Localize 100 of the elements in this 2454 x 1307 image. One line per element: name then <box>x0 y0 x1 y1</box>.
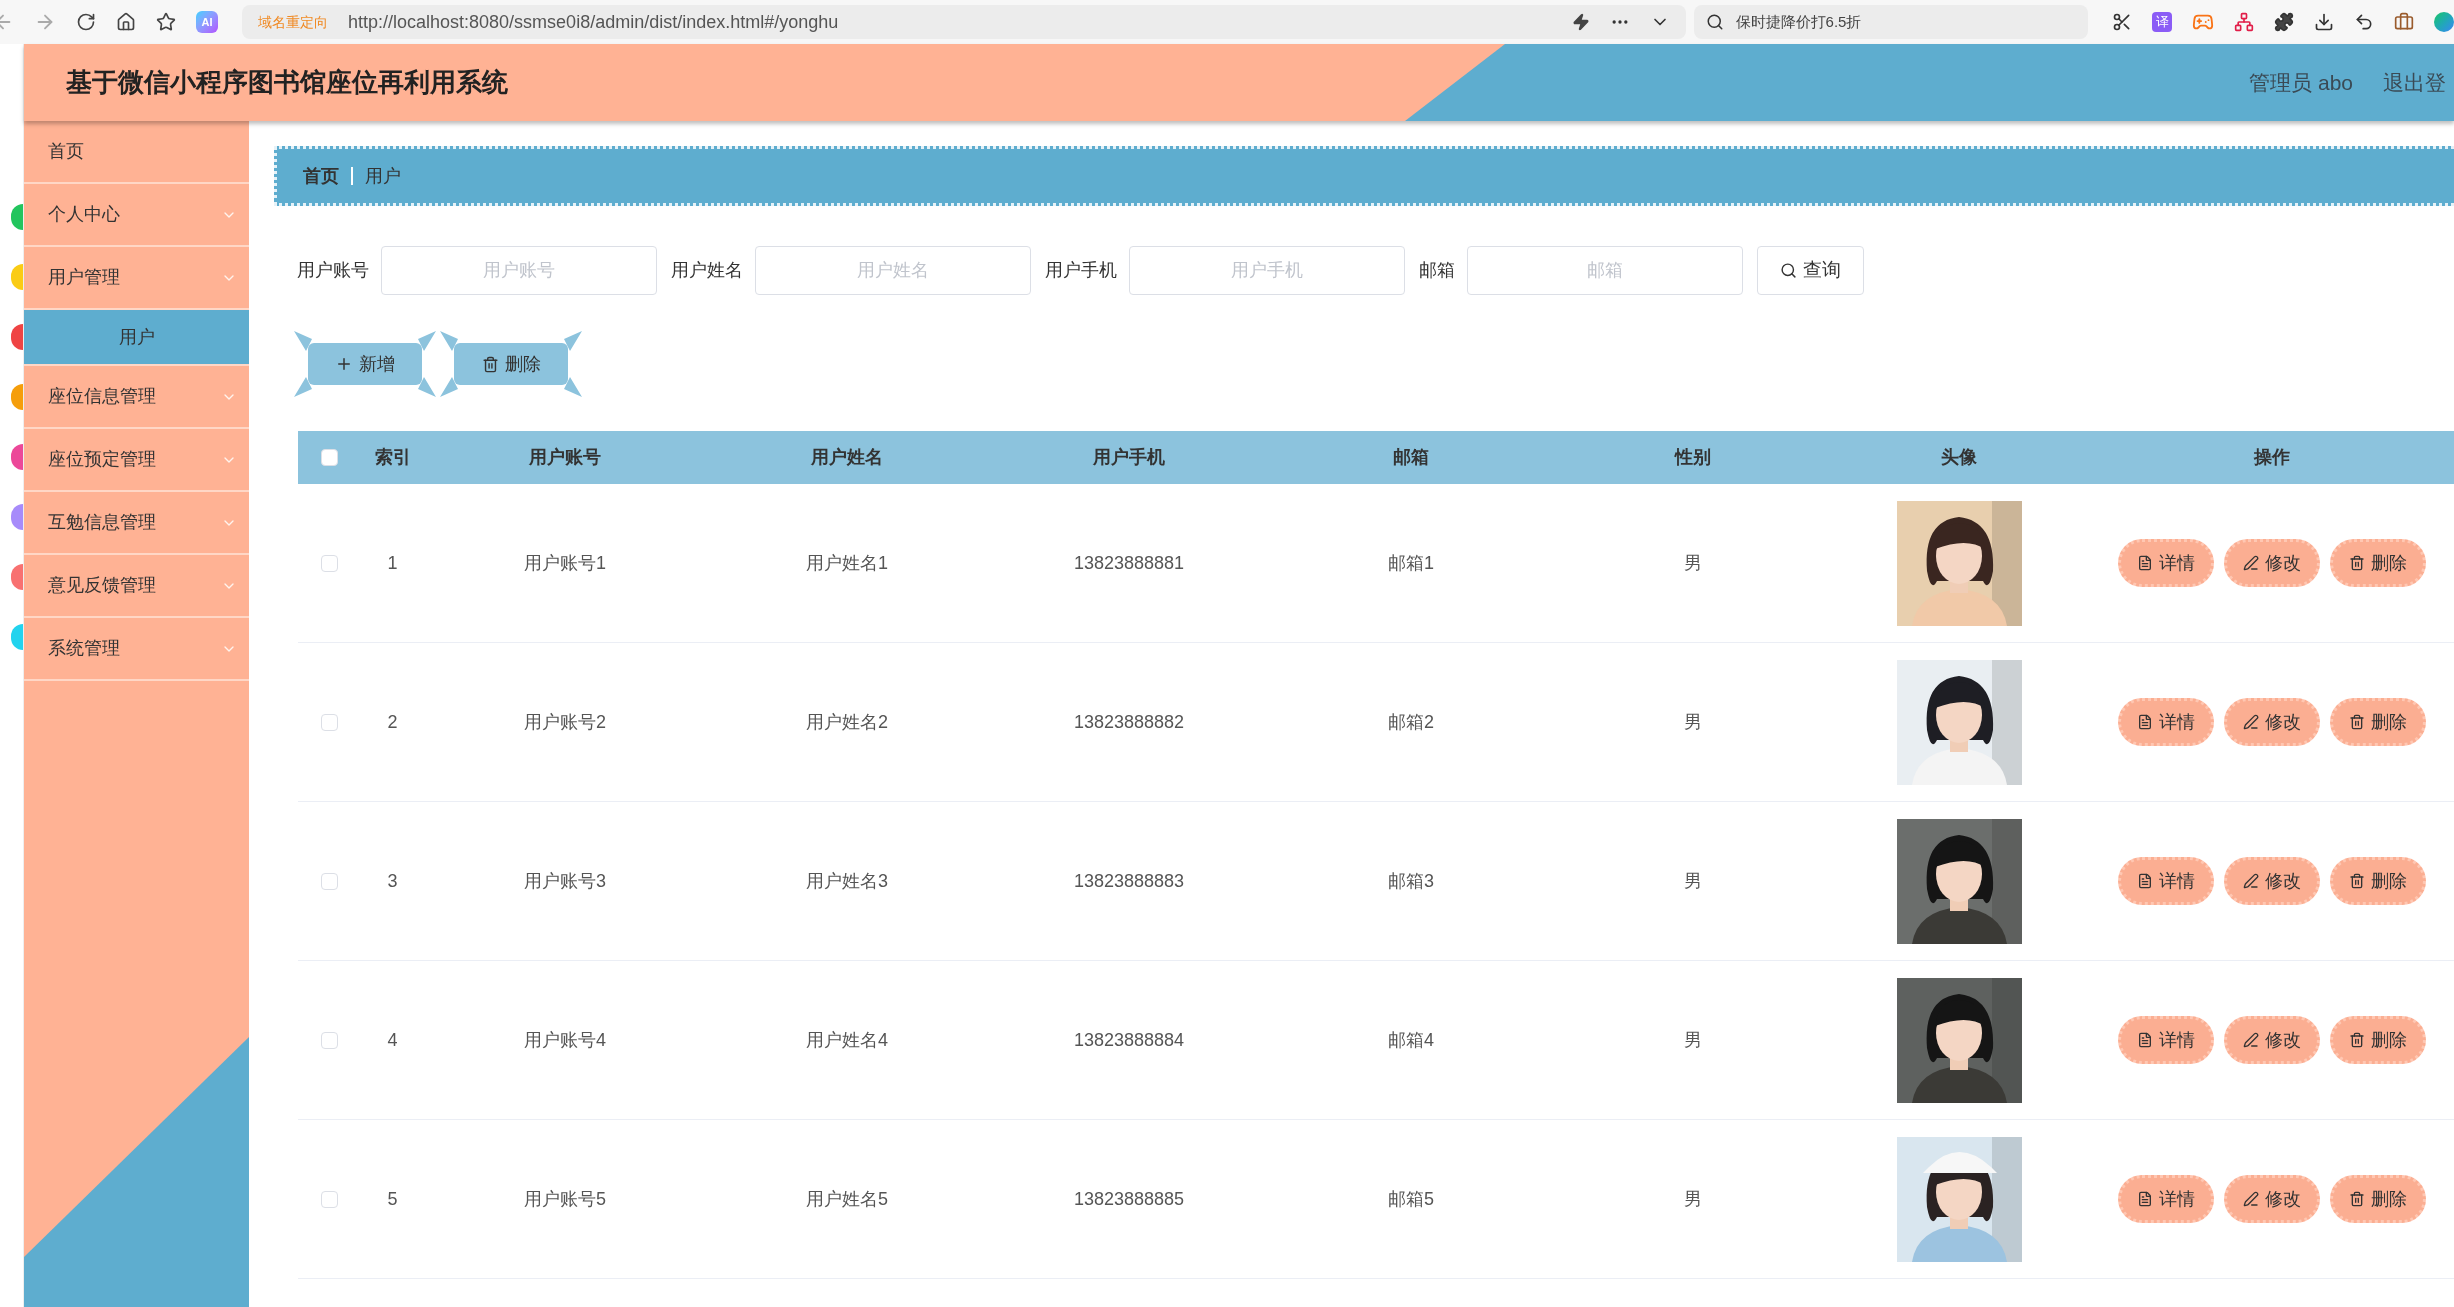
table-cell-text: 用户姓名1 <box>806 551 888 575</box>
checkbox[interactable] <box>321 872 338 890</box>
checkbox[interactable] <box>321 1190 338 1208</box>
download-icon[interactable] <box>2314 12 2334 32</box>
row-action-button[interactable]: 修改 <box>2224 539 2320 587</box>
row-action-button[interactable]: 详情 <box>2118 539 2214 587</box>
checkbox[interactable] <box>321 1031 338 1049</box>
row-action-button[interactable]: 删除 <box>2330 1016 2426 1064</box>
admin-label: 管理员 abo <box>2249 69 2353 96</box>
toolbar-button[interactable]: 新增 <box>292 331 438 397</box>
table-cell-text: 男 <box>1684 869 1702 893</box>
table-cell-text: 男 <box>1684 551 1702 575</box>
table-cell-text: 用户账号3 <box>524 869 606 893</box>
search-text: 保时捷降价打6.5折 <box>1735 11 1862 32</box>
search-box[interactable]: 保时捷降价打6.5折 <box>1693 5 2088 39</box>
address-bar[interactable]: 域名重定向 http://localhost:8080/ssmse0i8/admin/dist/index.html#/yonghu <box>242 5 1686 39</box>
translate-icon[interactable]: 译 <box>2152 12 2172 32</box>
table-cell-text: 男 <box>1684 710 1702 734</box>
sidebar-subitem[interactable]: 用户 <box>24 310 249 366</box>
document-icon <box>2137 1032 2153 1048</box>
trash-icon <box>2349 873 2365 889</box>
app-icon[interactable] <box>11 204 23 230</box>
filter-input[interactable]: 用户姓名 <box>755 246 1031 295</box>
table-cell-text: 13823888882 <box>1073 710 1185 734</box>
app-icon[interactable] <box>11 264 23 290</box>
row-action-button[interactable]: 删除 <box>2330 698 2426 746</box>
app-icon[interactable] <box>11 504 23 530</box>
filter-input[interactable]: 邮箱 <box>1467 246 1743 295</box>
table-cell-text: 用户账号1 <box>524 551 606 575</box>
trash-icon <box>2349 1032 2365 1048</box>
toolbar-button[interactable]: 删除 <box>438 331 584 397</box>
breadcrumb-link[interactable]: 首页 <box>303 162 339 190</box>
pencil-icon <box>2243 714 2259 730</box>
table-cell-text: 邮箱3 <box>1388 869 1434 893</box>
row-action-button[interactable]: 删除 <box>2330 1175 2426 1223</box>
row-action-button[interactable]: 删除 <box>2330 857 2426 905</box>
app-icon[interactable] <box>11 444 23 470</box>
search-button[interactable]: 查询 <box>1757 246 1864 295</box>
row-action-button[interactable]: 修改 <box>2224 857 2320 905</box>
row-action-button[interactable]: 详情 <box>2118 698 2214 746</box>
table-cell-text: 用户账号4 <box>524 1028 606 1052</box>
column-header: 用户手机 <box>1093 446 1165 469</box>
network-icon[interactable] <box>2234 12 2254 32</box>
table-cell-text: 邮箱5 <box>1388 1187 1434 1211</box>
filter-input[interactable]: 用户手机 <box>1129 246 1405 295</box>
table-cell-text: 用户账号2 <box>524 710 606 734</box>
document-icon <box>2137 1191 2153 1207</box>
table-cell-text: 邮箱4 <box>1388 1028 1434 1052</box>
breadcrumb-link[interactable]: 用户 <box>365 162 401 190</box>
row-action-button[interactable]: 详情 <box>2118 1016 2214 1064</box>
table-cell-text: 用户账号5 <box>524 1187 606 1211</box>
favorites-icon[interactable] <box>156 12 176 32</box>
table-cell-text: 4 <box>387 1028 398 1052</box>
reload-icon[interactable] <box>76 12 96 32</box>
column-header: 索引 <box>374 446 411 469</box>
table-cell-text: 邮箱2 <box>1388 710 1434 734</box>
table-cell-text: 邮箱1 <box>1388 551 1434 575</box>
document-icon <box>2137 555 2153 571</box>
row-action-button[interactable]: 修改 <box>2224 698 2320 746</box>
redirect-label: 域名重定向 <box>258 12 328 32</box>
trash-icon <box>2349 1191 2365 1207</box>
column-header: 邮箱 <box>1393 446 1429 469</box>
lightning-icon[interactable] <box>1571 13 1590 31</box>
table-cell-text: 13823888884 <box>1073 1028 1185 1052</box>
checkbox[interactable] <box>321 449 338 466</box>
profile-icon[interactable] <box>2434 12 2454 32</box>
app-icon[interactable] <box>11 324 23 350</box>
pencil-icon <box>2243 873 2259 889</box>
home-icon[interactable] <box>116 12 136 32</box>
checkbox[interactable] <box>321 554 338 572</box>
checkbox[interactable] <box>321 713 338 731</box>
briefcase-icon[interactable] <box>2394 12 2414 32</box>
row-action-button[interactable]: 详情 <box>2118 1175 2214 1223</box>
column-header: 用户姓名 <box>811 446 883 469</box>
filter-label: 用户账号 <box>297 259 369 282</box>
table-cell-text: 用户姓名2 <box>806 710 888 734</box>
table-cell-text: 男 <box>1684 1187 1702 1211</box>
undo-icon[interactable] <box>2354 12 2374 32</box>
app-icon[interactable] <box>11 384 23 410</box>
row-action-button[interactable]: 修改 <box>2224 1016 2320 1064</box>
filter-label: 用户姓名 <box>671 259 743 282</box>
app-icon[interactable] <box>11 564 23 590</box>
table-cell-text: 13823888881 <box>1073 551 1185 575</box>
table-cell-text: 用户姓名3 <box>806 869 888 893</box>
scissors-icon[interactable] <box>2112 12 2132 32</box>
row-action-button[interactable]: 详情 <box>2118 857 2214 905</box>
table-cell-text: 用户姓名5 <box>806 1187 888 1211</box>
puzzle-icon[interactable] <box>2274 12 2294 32</box>
column-header: 用户账号 <box>529 446 601 469</box>
app-icon[interactable] <box>11 624 23 650</box>
filter-input[interactable]: 用户账号 <box>381 246 657 295</box>
table-cell-text: 3 <box>387 869 398 893</box>
table-cell-text: 2 <box>387 710 398 734</box>
table-cell-text: 13823888883 <box>1073 869 1185 893</box>
row-action-button[interactable]: 删除 <box>2330 539 2426 587</box>
row-action-button[interactable]: 修改 <box>2224 1175 2320 1223</box>
logout-link[interactable]: 退出登 <box>2383 66 2446 99</box>
pencil-icon <box>2243 555 2259 571</box>
trash-icon <box>2349 714 2365 730</box>
pencil-icon <box>2243 1191 2259 1207</box>
